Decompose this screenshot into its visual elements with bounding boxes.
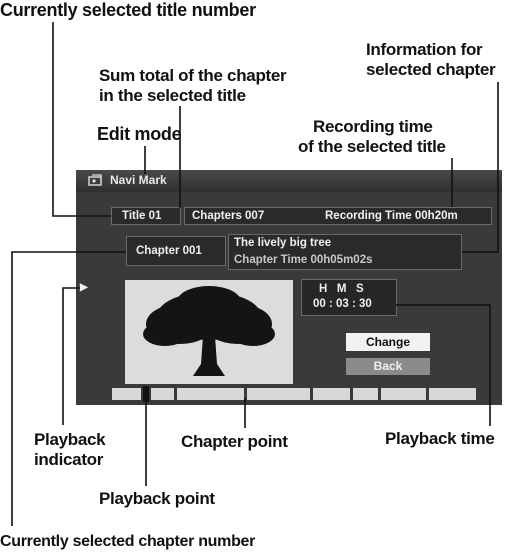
chapter-thumbnail	[125, 280, 293, 384]
playback-time-value: 00 : 03 : 30	[313, 298, 372, 310]
back-button[interactable]: Back	[346, 358, 430, 375]
chapter-segment[interactable]	[429, 388, 476, 400]
callout-chapter-point: Chapter point	[181, 432, 288, 451]
playback-point-marker[interactable]	[143, 386, 149, 402]
back-button-label: Back	[373, 359, 403, 373]
chapters-count: Chapters 007	[192, 210, 265, 222]
chapter-segment[interactable]	[353, 388, 378, 400]
callout-sum-total-line2: in the selected title	[99, 86, 246, 105]
chapter-field-label: Chapter 001	[136, 245, 202, 257]
recording-time: Recording Time 00h20m	[325, 210, 458, 222]
callout-title-number: Currently selected title number	[0, 0, 256, 20]
callout-edit-mode: Edit mode	[97, 124, 182, 144]
change-button-label: Change	[365, 335, 410, 349]
title-field[interactable]: Title 01	[111, 207, 181, 225]
change-button[interactable]: Change	[346, 333, 430, 351]
window-title: Navi Mark	[110, 173, 167, 187]
chapter-time: Chapter Time 00h05m02s	[234, 254, 373, 266]
callout-playback-indicator-line1: Playback	[34, 430, 106, 449]
navi-mark-icon	[88, 174, 104, 187]
chapter-segment[interactable]	[112, 388, 141, 400]
callout-info-chapter-line2: selected chapter	[366, 60, 496, 79]
callout-recording-time-line2: of the selected title	[298, 137, 446, 156]
chapter-name: The lively big tree	[234, 237, 332, 249]
callout-sum-total-line1: Sum total of the chapter	[99, 66, 287, 85]
tree-image	[143, 286, 275, 376]
callout-chapter-number: Currently selected chapter number	[0, 533, 256, 550]
playback-time-box: H M S 00 : 03 : 30	[301, 279, 397, 316]
chapter-segment[interactable]	[151, 388, 174, 400]
callout-info-chapter-line1: Information for	[366, 40, 483, 59]
chapter-info-box: The lively big tree Chapter Time 00h05m0…	[228, 234, 462, 270]
chapter-segment[interactable]	[381, 388, 426, 400]
chapter-segment[interactable]	[247, 388, 310, 400]
title-field-label: Title 01	[122, 210, 162, 222]
chapter-field[interactable]: Chapter 001	[126, 236, 226, 266]
callout-playback-time: Playback time	[385, 429, 495, 448]
callout-playback-indicator-line2: indicator	[34, 450, 104, 469]
callout-recording-time-line1: Recording time	[313, 117, 433, 136]
play-indicator-icon: ▶	[80, 282, 88, 293]
callout-playback-point: Playback point	[99, 489, 215, 508]
title-info-bar: Chapters 007 Recording Time 00h20m	[184, 207, 492, 225]
chapter-segment[interactable]	[313, 388, 350, 400]
time-unit-header: H M S	[319, 283, 364, 295]
chapter-segment[interactable]	[177, 388, 244, 400]
